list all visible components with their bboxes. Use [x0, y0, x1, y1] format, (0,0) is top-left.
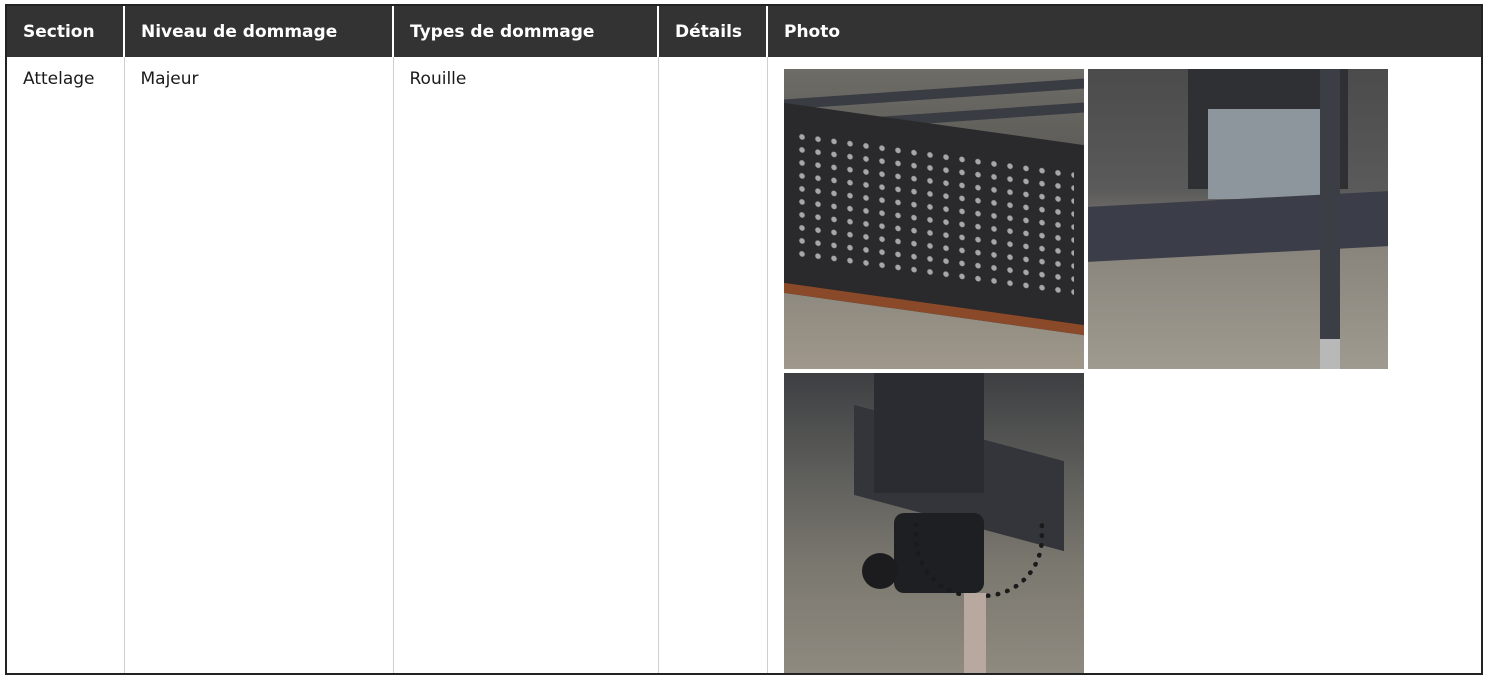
photo-thumbnail-rusty-step[interactable]: [783, 69, 1084, 369]
header-row: Section Niveau de dommage Types de domma…: [7, 6, 1481, 57]
col-header-niveau: Niveau de dommage: [123, 6, 393, 57]
photo-thumbnail-trailer-frame[interactable]: [1087, 69, 1388, 369]
damage-report-table-frame: Section Niveau de dommage Types de domma…: [5, 4, 1483, 675]
cell-types: Rouille: [392, 57, 658, 673]
table-row: Attelage Majeur Rouille: [7, 57, 1481, 673]
col-header-types: Types de dommage: [392, 6, 658, 57]
damage-report-table: Section Niveau de dommage Types de domma…: [7, 6, 1481, 673]
cell-niveau: Majeur: [123, 57, 393, 673]
col-header-section: Section: [7, 6, 124, 57]
photo-gallery: [783, 69, 1396, 673]
cell-details: [657, 57, 767, 673]
cell-photo: [766, 57, 1481, 673]
photo-thumbnail-hitch-coupler[interactable]: [783, 373, 1084, 673]
col-header-photo: Photo: [766, 6, 1481, 57]
cell-section: Attelage: [23, 69, 95, 89]
col-header-details: Détails: [657, 6, 767, 57]
